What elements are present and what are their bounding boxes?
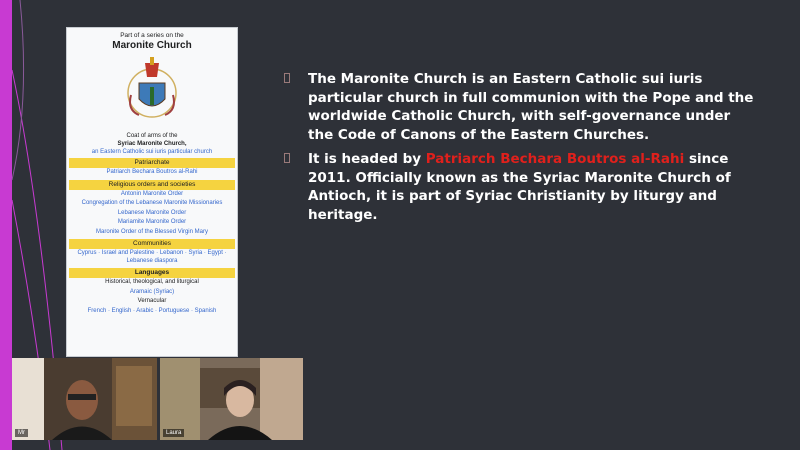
coat-of-arms-icon [127,57,177,118]
infobox-link[interactable]: Patriarch Bechara Boutros al-Rahi [67,168,237,178]
infobox-title: Maronite Church [112,40,192,51]
infobox-series: Part of a series on the [120,32,184,39]
bullet-marker-icon [284,153,290,163]
infobox-link[interactable]: French · English · Arabic · Portuguese ·… [67,307,237,317]
bullet-marker-icon [284,73,290,83]
infobox-text: Vernacular [137,298,167,304]
highlighted-name: Patriarch Bechara Boutros al-Rahi [425,151,685,167]
infobox-link[interactable]: Lebanese Maronite Order [67,209,237,219]
section-heading-patriarchate: Patriarchate [69,158,235,168]
bullet-item: It is headed by Patriarch Bechara Boutro… [284,150,754,224]
bullet-item: The Maronite Church is an Eastern Cathol… [284,70,754,144]
infobox-link[interactable]: Antonin Maronite Order [67,190,237,200]
infobox-link[interactable]: Maronite Order of the Blessed Virgin Mar… [67,228,237,238]
caption-line-2: Syriac Maronite Church, [117,141,187,147]
infobox-text: Historical, theological, and liturgical [105,279,199,285]
section-heading-languages: Languages [69,268,235,278]
infobox-link[interactable]: Cyprus · Israel and Palestine · Lebanon … [67,249,237,266]
participant-video-icon [160,358,303,440]
participant-name: Laura [163,429,185,437]
participant-video-tile[interactable]: Laura [160,358,303,440]
participant-name: Mr [15,429,28,437]
infobox-link[interactable]: Congregation of the Lebanese Maronite Mi… [67,199,237,209]
caption-line-1: Coat of arms of the [126,133,178,139]
wikipedia-infobox: Part of a series on the Maronite Church … [66,27,238,357]
bullet-text: The Maronite Church is an Eastern Cathol… [308,71,754,143]
section-heading-communities: Communities [69,239,235,249]
participant-video-tile[interactable]: Mr [12,358,157,440]
caption-line-3[interactable]: an Eastern Catholic sui iuris particular… [67,148,237,156]
infobox-link[interactable]: Aramaic (Syriac) [67,288,237,298]
participant-video-icon [12,358,157,440]
infobox-link[interactable]: Mariamite Maronite Order [67,218,237,228]
bullet-text-prefix: It is headed by [308,151,426,167]
section-heading-orders: Religious orders and societies [69,179,235,190]
infobox-caption: Coat of arms of the Syriac Maronite Chur… [67,132,237,156]
bullet-list: The Maronite Church is an Eastern Cathol… [284,70,754,230]
presentation-slide: Part of a series on the Maronite Church … [0,0,800,450]
